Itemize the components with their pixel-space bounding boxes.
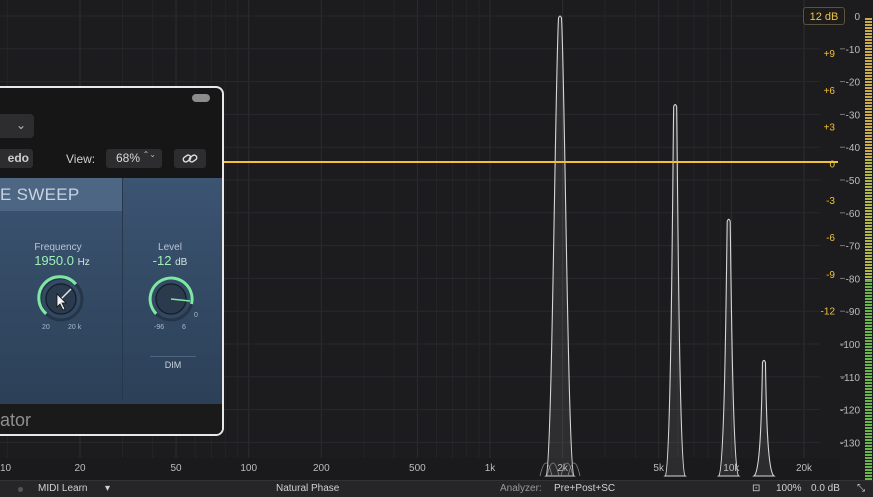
level-number: -12 [152, 253, 172, 268]
output-level-meter [865, 18, 872, 480]
frequency-number: 1950.0 [34, 253, 74, 268]
frequency-knob[interactable] [36, 274, 86, 324]
midi-learn-button[interactable]: MIDI Learn [38, 481, 87, 497]
frequency-knob-graphic [37, 275, 84, 322]
level-unit: dB [175, 257, 188, 268]
freq-axis-label: 50 [170, 463, 182, 474]
eq-scale-label: +3 [824, 123, 836, 134]
frequency-label: Frequency [34, 242, 82, 253]
frequency-min-tick: 20 [42, 324, 50, 331]
level-label: Level [158, 242, 182, 253]
level-value[interactable]: -12 dB [130, 253, 210, 268]
spectrum-peak [663, 104, 687, 477]
window-collapse-button[interactable] [192, 94, 210, 102]
midi-learn-menu-icon[interactable]: ▾ [105, 481, 110, 497]
analyzer-toggle-icon[interactable]: ⊡ [752, 481, 760, 497]
eq-scale-label: 0 [829, 159, 835, 170]
test-oscillator-window[interactable]: ⌄ edo View: 68% ⌃⌄ E SWEEP Frequency 195… [0, 86, 224, 436]
panel-divider [122, 178, 123, 400]
view-zoom-select[interactable]: 68% ⌃⌄ [106, 149, 162, 168]
gain-range-button[interactable]: 12 dB [803, 7, 845, 25]
preset-dropdown[interactable]: ⌄ [0, 114, 34, 138]
eq-scale-label: -12 [821, 307, 836, 318]
frequency-value[interactable]: 1950.0 Hz [22, 253, 102, 268]
db-scale-label: -10 [846, 45, 861, 56]
chevron-down-icon: ⌄ [15, 118, 26, 132]
db-scale-label: -20 [846, 78, 861, 89]
db-scale-label: -90 [846, 307, 861, 318]
eq-scale-label: -9 [826, 270, 835, 281]
db-scale-label: -40 [846, 143, 861, 154]
freq-axis-label: 5k [653, 463, 665, 474]
freq-axis-label: 10 [0, 463, 12, 474]
output-gain-value[interactable]: 0.0 dB [811, 481, 840, 497]
db-scale-label: 0 [854, 12, 860, 23]
midi-learn-indicator [18, 487, 23, 492]
analyzer-label: Analyzer: [500, 483, 542, 494]
waveform-mode-title[interactable]: E SWEEP [0, 178, 122, 211]
db-scale-label: -50 [846, 176, 861, 187]
freq-axis-label: 20 [74, 463, 86, 474]
view-zoom-value: 68% [116, 151, 141, 165]
freq-axis-label: 2k [557, 463, 569, 474]
phase-mode-select[interactable]: Natural Phase [276, 481, 339, 497]
oscillator-panel: E SWEEP Frequency 1950.0 Hz 20 20 k Leve… [0, 178, 222, 404]
dim-button[interactable]: DIM [150, 356, 196, 374]
link-icon [182, 154, 198, 163]
spectrum-peak [716, 218, 741, 477]
freq-axis-label: 200 [313, 463, 330, 474]
redo-button[interactable]: edo [0, 149, 33, 168]
db-scale-label: -60 [846, 209, 861, 220]
eq-scale-label: +6 [824, 86, 836, 97]
level-min-tick: -96 [154, 324, 165, 331]
db-scale-label: -110 [841, 373, 861, 384]
frequency-unit: Hz [77, 257, 90, 268]
db-scale-label: -120 [840, 406, 860, 417]
freq-axis-label: 100 [240, 463, 257, 474]
level-max-tick: 6 [182, 324, 186, 331]
analyzer-mode-select[interactable]: Pre+Post+SC [554, 481, 615, 497]
eq-scale-label: -6 [826, 233, 835, 244]
freq-axis-label: 500 [409, 463, 426, 474]
eq-scale-label: -3 [826, 196, 835, 207]
level-knob[interactable] [146, 274, 196, 324]
level-knob-graphic [148, 276, 194, 322]
view-label: View: [66, 152, 96, 166]
plugin-name-footer: ator [0, 404, 222, 434]
eq-scale-label: +9 [824, 49, 836, 60]
db-scale-label: -30 [846, 110, 861, 121]
db-scale-label: -70 [846, 242, 861, 253]
db-scale-label: -80 [846, 274, 861, 285]
freq-axis-label: 20k [796, 463, 813, 474]
stepper-arrows-icon: ⌃⌄ [142, 150, 156, 159]
level-zero-tick: 0 [194, 312, 198, 319]
status-bar: MIDI Learn ▾ Natural Phase Analyzer: Pre… [0, 480, 873, 497]
resize-icon[interactable]: ⤡ [857, 481, 865, 497]
link-button[interactable] [174, 149, 206, 168]
zoom-value[interactable]: 100% [776, 481, 802, 497]
frequency-max-tick: 20 k [68, 324, 82, 331]
db-scale-label: -130 [840, 438, 860, 449]
db-scale-label: -100 [840, 340, 860, 351]
freq-axis-label: 10k [723, 463, 740, 474]
freq-axis-label: 1k [485, 463, 497, 474]
